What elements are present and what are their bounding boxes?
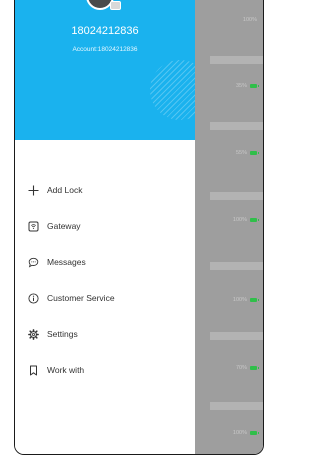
message-icon xyxy=(27,256,39,268)
battery-icon xyxy=(250,218,259,222)
list-divider xyxy=(210,402,263,410)
lock-battery-status: 70% xyxy=(235,365,259,371)
list-divider xyxy=(210,192,263,200)
list-divider xyxy=(210,262,263,270)
battery-icon xyxy=(250,298,259,302)
user-account: Account:18024212836 xyxy=(72,46,138,53)
lock-battery-status: 100% xyxy=(243,17,257,23)
list-divider xyxy=(210,122,263,130)
battery-icon xyxy=(250,84,259,88)
list-divider xyxy=(210,332,263,340)
bookmark-icon xyxy=(27,364,39,376)
menu-item-label: Work with xyxy=(47,365,85,375)
battery-icon xyxy=(250,151,259,155)
list-divider xyxy=(210,56,263,64)
menu-item-label: Gateway xyxy=(47,221,81,231)
side-drawer: 18024212836 Account:18024212836 Add Lock xyxy=(15,0,195,454)
battery-percent: 70% xyxy=(235,365,247,371)
menu-item-label: Add Lock xyxy=(47,185,83,195)
lock-battery-status: 100% xyxy=(232,217,259,223)
menu-item-label: Settings xyxy=(47,329,78,339)
menu-item-add-lock[interactable]: Add Lock xyxy=(27,183,82,197)
decorative-pattern xyxy=(150,60,195,120)
menu-item-work-with[interactable]: Work with xyxy=(27,363,84,377)
menu-item-messages[interactable]: Messages xyxy=(27,255,86,269)
lock-battery-status: 100% xyxy=(232,430,259,436)
battery-icon xyxy=(250,431,259,435)
battery-percent: 100% xyxy=(232,297,247,303)
plus-icon xyxy=(27,184,39,196)
battery-percent: 35% xyxy=(235,83,247,89)
lock-battery-status: 55% xyxy=(235,150,259,156)
battery-percent: 100% xyxy=(242,17,257,23)
menu-item-settings[interactable]: Settings xyxy=(27,327,78,341)
menu-item-customer-service[interactable]: Customer Service xyxy=(27,291,115,305)
menu-item-gateway[interactable]: Gateway xyxy=(27,219,81,233)
battery-percent: 100% xyxy=(232,430,247,436)
gateway-icon xyxy=(27,220,39,232)
battery-percent: 100% xyxy=(232,217,247,223)
info-icon xyxy=(27,292,39,304)
lock-battery-status: 35% xyxy=(235,83,259,89)
menu-item-label: Customer Service xyxy=(47,293,115,303)
gear-icon xyxy=(27,328,39,340)
menu-item-label: Messages xyxy=(47,257,86,267)
battery-percent: 55% xyxy=(235,150,247,156)
profile-header: 18024212836 Account:18024212836 xyxy=(15,0,195,140)
lock-battery-status: 100% xyxy=(232,297,259,303)
phone-frame: 100% 35% 55% 100% 100% 70% 100% 18024212… xyxy=(14,0,264,455)
edit-avatar-icon[interactable] xyxy=(110,1,121,10)
battery-icon xyxy=(250,366,259,370)
user-phone: 18024212836 xyxy=(71,25,139,37)
